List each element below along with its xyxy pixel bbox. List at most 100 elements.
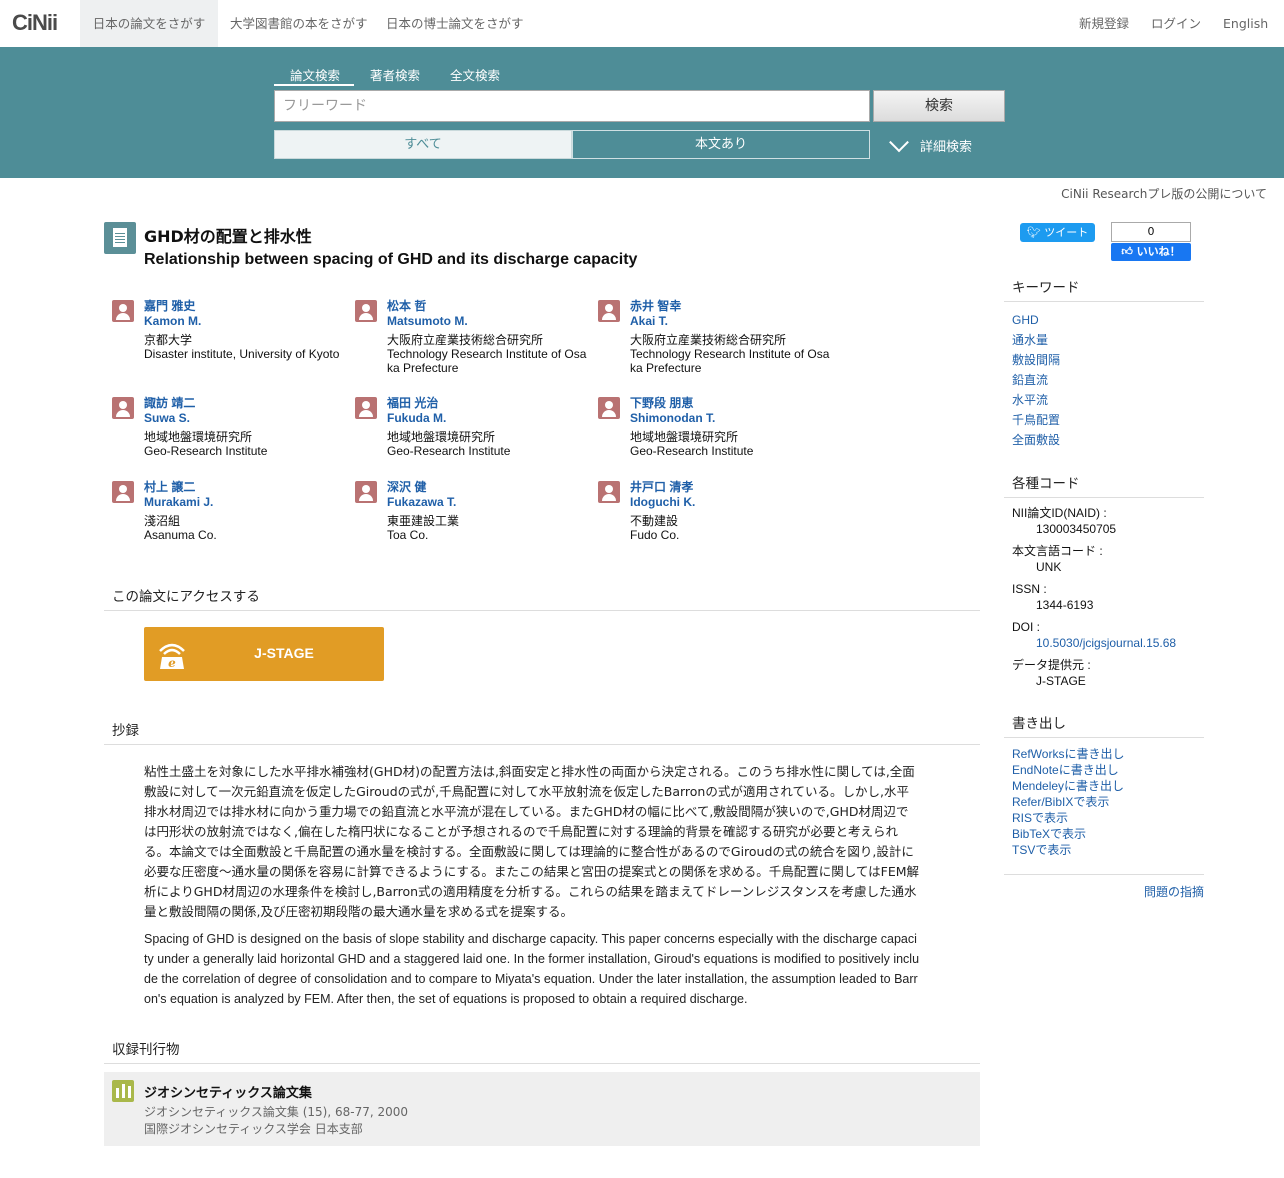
export-mendeley[interactable]: Mendeleyに書き出し — [1012, 778, 1124, 794]
author-name-en[interactable]: Matsumoto M. — [387, 314, 587, 329]
author-item: 松本 哲 Matsumoto M. 大阪府立産業技術総合研究所 Technolog… — [355, 299, 587, 375]
nav-dissertations[interactable]: 日本の博士論文をさがす — [386, 0, 524, 47]
author-name-ja[interactable]: 井戸口 清孝 — [630, 480, 830, 495]
affiliation-ja: 京都大学 — [144, 333, 193, 347]
journal-title[interactable]: ジオシンセティックス論文集 — [144, 1082, 312, 1101]
affiliation-en: Technology Research Institute of Osaka P… — [387, 347, 587, 375]
top-bar: CiNii 日本の論文をさがす 大学図書館の本をさがす 日本の博士論文をさがす … — [0, 0, 1284, 48]
abstract-en: Spacing of GHD is designed on the basis … — [144, 932, 920, 1006]
tweet-label: ツイート — [1044, 226, 1089, 239]
author-name-ja[interactable]: 村上 譲二 — [144, 480, 344, 495]
author-name-ja[interactable]: 深沢 健 — [387, 480, 587, 495]
doi-label: DOI : — [1012, 620, 1041, 634]
author-name-ja[interactable]: 諏訪 靖二 — [144, 396, 344, 411]
export-heading: 書き出し — [1012, 716, 1066, 732]
person-icon — [112, 300, 134, 322]
export-tsv[interactable]: TSVで表示 — [1012, 842, 1124, 858]
keyword-link[interactable]: 全面敷設 — [1012, 430, 1060, 450]
author-name-en[interactable]: Fukuda M. — [387, 411, 587, 426]
author-item: 村上 譲二 Murakami J. 淺沼組 Asanuma Co. — [112, 480, 344, 542]
document-icon — [104, 222, 136, 254]
export-bibtex[interactable]: BibTeXで表示 — [1012, 826, 1124, 842]
author-name-en[interactable]: Suwa S. — [144, 411, 344, 426]
keyword-link[interactable]: 通水量 — [1012, 330, 1060, 350]
author-name-en[interactable]: Shimonodan T. — [630, 411, 830, 426]
english-link[interactable]: English — [1223, 0, 1268, 47]
lang-value: UNK — [1036, 560, 1062, 574]
person-icon — [598, 481, 620, 503]
register-link[interactable]: 新規登録 — [1079, 0, 1129, 47]
keyword-list: GHD 通水量 敷設間隔 鉛直流 水平流 千鳥配置 全面敷設 — [1012, 310, 1060, 450]
advanced-search-label: 詳細検索 — [920, 140, 973, 155]
notice-link[interactable]: CiNii Researchプレ版の公開について — [1061, 185, 1267, 202]
export-endnote[interactable]: EndNoteに書き出し — [1012, 762, 1124, 778]
author-affiliation: 東亜建設工業 Toa Co. — [387, 514, 587, 542]
provider-value: J-STAGE — [1036, 674, 1086, 688]
search-button[interactable]: 検索 — [873, 90, 1005, 122]
access-heading: この論文にアクセスする — [112, 589, 260, 605]
affiliation-ja: 大阪府立産業技術総合研究所 — [630, 333, 787, 347]
author-name-ja[interactable]: 嘉門 雅史 — [144, 299, 344, 314]
author-name-ja[interactable]: 福田 光治 — [387, 396, 587, 411]
tab-author-search[interactable]: 著者検索 — [370, 65, 420, 84]
jstage-button[interactable]: e J-STAGE — [144, 627, 384, 681]
author-affiliation: 地域地盤環境研究所 Geo-Research Institute — [387, 430, 587, 458]
author-name-en[interactable]: Fukazawa T. — [387, 495, 587, 510]
author-affiliation: 京都大学 Disaster institute, University of Ky… — [144, 333, 344, 361]
divider — [1004, 737, 1204, 738]
author-item: 深沢 健 Fukazawa T. 東亜建設工業 Toa Co. — [355, 480, 587, 542]
author-name-en[interactable]: Idoguchi K. — [630, 495, 830, 510]
thumbs-up-icon: 👍︎ — [1121, 245, 1137, 258]
lang-label: 本文言語コード : — [1012, 544, 1103, 558]
person-icon — [112, 481, 134, 503]
affiliation-en: Toa Co. — [387, 528, 429, 542]
advanced-search-toggle[interactable]: 詳細検索 — [889, 131, 973, 155]
author-affiliation: 不動建設 Fudo Co. — [630, 514, 830, 542]
keyword-link[interactable]: 鉛直流 — [1012, 370, 1060, 390]
filter-all-button[interactable]: すべて — [274, 130, 572, 159]
like-button[interactable]: 👍︎ いいね！ — [1111, 243, 1191, 261]
filter-fulltext-button[interactable]: 本文あり — [572, 130, 870, 159]
author-name-ja[interactable]: 松本 哲 — [387, 299, 587, 314]
affiliation-en: Technology Research Institute of Osaka P… — [630, 347, 830, 375]
report-issue-link[interactable]: 問題の指摘 — [1144, 883, 1204, 900]
keyword-link[interactable]: GHD — [1012, 310, 1060, 330]
divider — [1004, 301, 1204, 302]
tweet-button[interactable]: 🐦︎ ツイート — [1020, 223, 1095, 242]
doi-link[interactable]: 10.5030/jcigsjournal.15.68 — [1036, 635, 1176, 651]
title-en: Relationship between spacing of GHD and … — [144, 251, 638, 268]
affiliation-en: Geo-Research Institute — [630, 444, 754, 458]
journal-heading: 収録刊行物 — [112, 1042, 180, 1058]
login-link[interactable]: ログイン — [1151, 0, 1201, 47]
author-name-en[interactable]: Kamon M. — [144, 314, 344, 329]
tab-fulltext-search[interactable]: 全文検索 — [450, 65, 500, 84]
search-input[interactable] — [274, 90, 870, 122]
divider — [104, 744, 980, 745]
bar-chart-icon — [112, 1080, 134, 1102]
keywords-heading: キーワード — [1012, 280, 1080, 296]
keyword-link[interactable]: 敷設間隔 — [1012, 350, 1060, 370]
journal-volume: ジオシンセティックス論文集 (15), 68-77, 2000 — [144, 1105, 409, 1119]
nav-articles[interactable]: 日本の論文をさがす — [80, 0, 218, 47]
keyword-link[interactable]: 千鳥配置 — [1012, 410, 1060, 430]
journal-publisher: 国際ジオシンセティックス学会 日本支部 — [144, 1122, 363, 1136]
chevron-down-icon — [889, 131, 909, 152]
author-name-ja[interactable]: 赤井 智幸 — [630, 299, 830, 314]
export-refer[interactable]: Refer/BibIXで表示 — [1012, 794, 1124, 810]
cinii-logo[interactable]: CiNii — [12, 10, 58, 36]
export-refworks[interactable]: RefWorksに書き出し — [1012, 746, 1124, 762]
abstract-heading: 抄録 — [112, 723, 139, 739]
issn-label: ISSN : — [1012, 582, 1047, 596]
export-ris[interactable]: RISで表示 — [1012, 810, 1124, 826]
naid-label: NII論文ID(NAID) : — [1012, 506, 1107, 520]
author-affiliation: 大阪府立産業技術総合研究所 Technology Research Institu… — [387, 333, 587, 375]
nav-books[interactable]: 大学図書館の本をさがす — [230, 0, 368, 47]
author-name-en[interactable]: Akai T. — [630, 314, 830, 329]
author-name-en[interactable]: Murakami J. — [144, 495, 344, 510]
twitter-bird-icon: 🐦︎ — [1026, 226, 1045, 239]
keyword-link[interactable]: 水平流 — [1012, 390, 1060, 410]
tab-article-search[interactable]: 論文検索 — [290, 65, 340, 84]
affiliation-ja: 大阪府立産業技術総合研究所 — [387, 333, 544, 347]
author-name-ja[interactable]: 下野段 朋恵 — [630, 396, 830, 411]
author-item: 井戸口 清孝 Idoguchi K. 不動建設 Fudo Co. — [598, 480, 830, 542]
